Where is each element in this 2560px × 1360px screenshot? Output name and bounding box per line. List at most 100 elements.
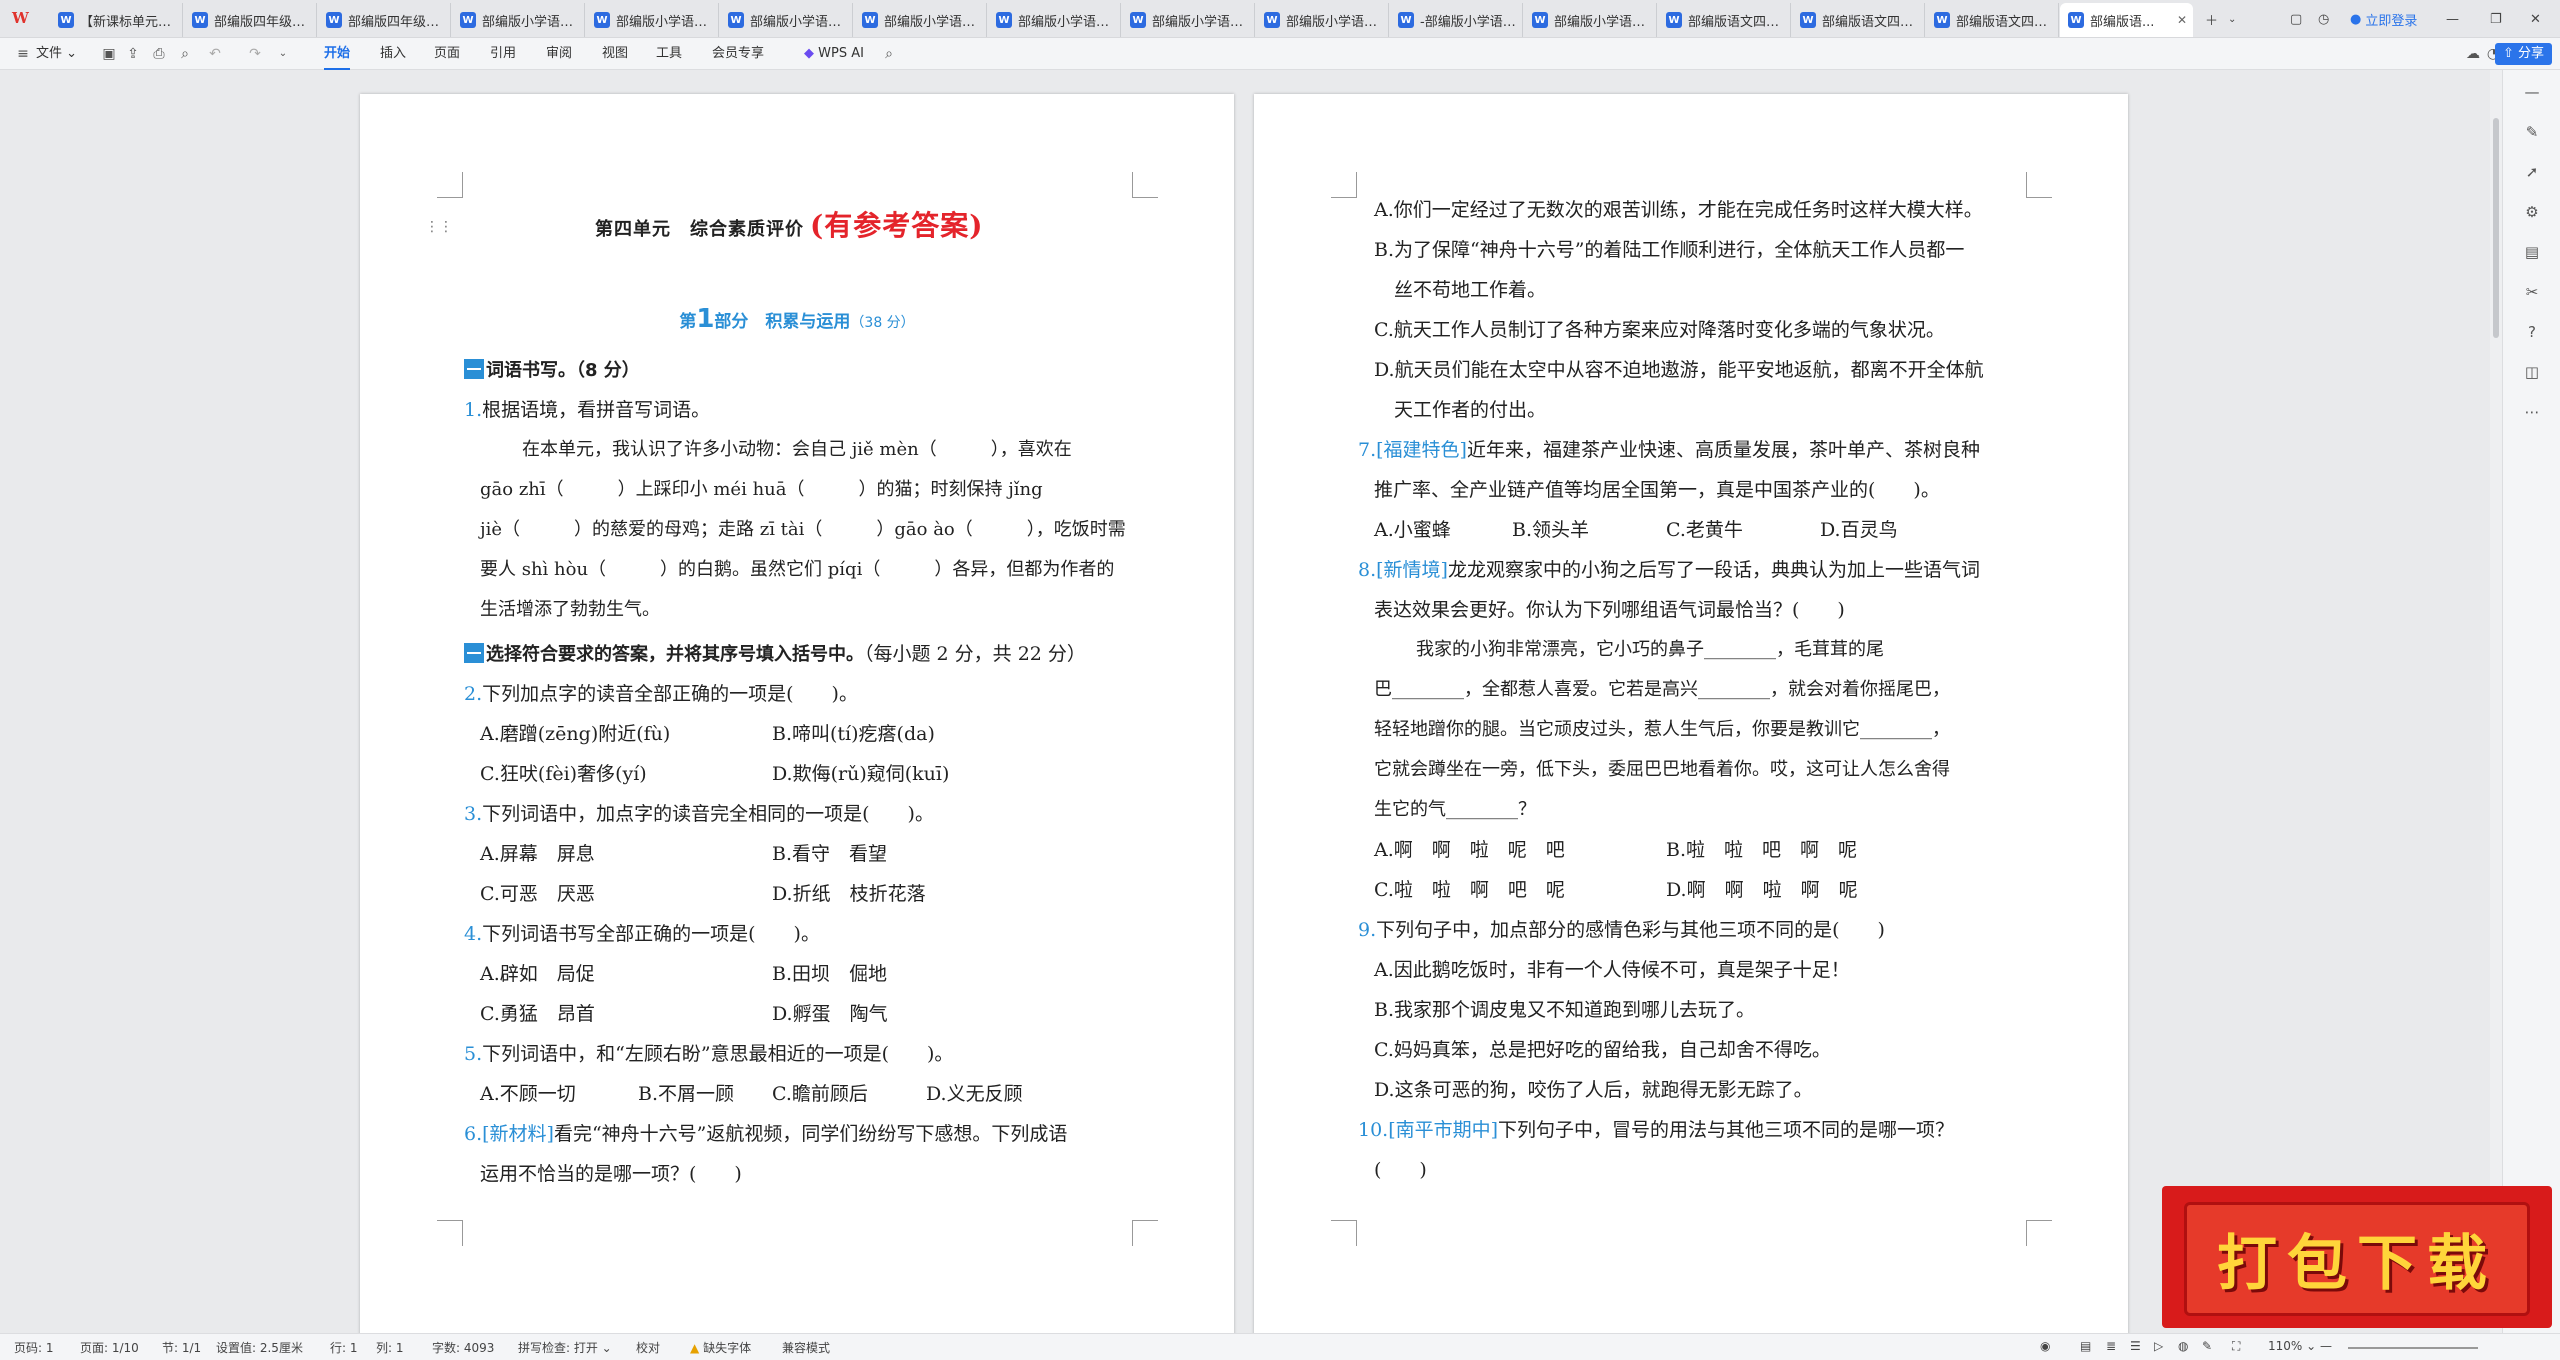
search-icon[interactable]: ⌕ — [880, 45, 898, 63]
file-menu[interactable]: 文件 ⌄ — [36, 44, 77, 64]
tab-document[interactable]: W 部编版小学语文... — [1524, 3, 1657, 37]
tab-label: 部编版小学语文... — [482, 14, 578, 30]
question-7-text: 近年来，福建茶产业快速、高质量发展，茶叶单产、茶树良种 — [1466, 439, 1980, 461]
play-icon[interactable]: ▷ — [2154, 1339, 2163, 1353]
status-spell-check[interactable]: 拼写检查: 打开 ⌄ — [518, 1339, 612, 1356]
zoom-slider[interactable] — [2348, 1347, 2478, 1349]
pointer-icon[interactable]: ➚ — [2522, 162, 2542, 182]
outline-view-icon[interactable]: ☰ — [2130, 1339, 2141, 1353]
ribbon-tab[interactable]: 引用 — [490, 44, 516, 64]
cloud-sync-icon[interactable]: ☁ — [2464, 45, 2482, 63]
print-preview-icon[interactable]: ⌕ — [176, 45, 194, 63]
adjust-icon[interactable]: ⚙ — [2522, 202, 2542, 222]
minimize-button[interactable]: — — [2446, 8, 2459, 30]
close-tab-icon[interactable]: ✕ — [2177, 13, 2187, 27]
ribbon-tab[interactable]: 开始 — [324, 44, 351, 70]
file-menu-label: 文件 — [36, 46, 63, 61]
fit-page-icon[interactable]: ⛶ — [2232, 1339, 2240, 1354]
ribbon-tab[interactable]: 审阅 — [546, 44, 572, 64]
tab-document[interactable]: W 部编版小学语文... — [452, 3, 585, 37]
passage-text: 在本单元，我认识了许多小动物：会自己 jiě mèn（ ），喜欢在 — [522, 439, 1072, 460]
status-col: 列: 1 — [376, 1341, 404, 1355]
download-promo-banner[interactable]: 打包下载 — [2162, 1186, 2552, 1328]
tab-document[interactable]: W 部编版小学语文... — [586, 3, 719, 37]
document-page-2[interactable]: A.你们一定经过了无数次的艰苦训练，才能在完成任务时这样大模大样。 B.为了保障… — [1254, 94, 2128, 1339]
question-6-text2: 运用不恰当的是哪一项？( ) — [480, 1163, 742, 1185]
wps-logo-icon[interactable]: W — [12, 9, 34, 29]
tools-icon[interactable]: ✂ — [2522, 282, 2542, 302]
tab-document[interactable]: W 部编版小学语文... — [1256, 3, 1389, 37]
more-chevron-icon[interactable]: ⌄ — [274, 45, 292, 63]
user-icon: ● — [2350, 11, 2362, 27]
collapse-icon[interactable]: — — [2522, 82, 2542, 102]
edit-mode-icon[interactable]: ✎ — [2202, 1339, 2212, 1353]
status-pages[interactable]: 页面: 1/10 — [80, 1339, 139, 1356]
bag-icon[interactable]: ◫ — [2522, 362, 2542, 382]
tab-document[interactable]: W 部编版四年级下... — [184, 3, 317, 37]
tab-document[interactable]: W 部编版语... ✕ — [2060, 3, 2193, 37]
word-doc-icon: W — [460, 12, 476, 28]
ribbon-tab[interactable]: 工具 — [656, 44, 682, 64]
status-missing-font[interactable]: ▲ 缺失字体 — [690, 1339, 751, 1356]
layout-view-icon[interactable]: ≣ — [2106, 1339, 2116, 1353]
margin-mark — [437, 172, 463, 198]
tab-document[interactable]: W 部编版小学语文... — [854, 3, 987, 37]
zoom-level[interactable]: 110% ⌄ — [2268, 1339, 2316, 1353]
new-tab-button[interactable]: ＋ — [2205, 8, 2218, 30]
option: C.老黄牛 — [1666, 516, 1743, 544]
tab-document[interactable]: W 部编版小学语文... — [1122, 3, 1255, 37]
close-button[interactable]: ✕ — [2530, 8, 2541, 30]
login-button[interactable]: ● 立即登录 — [2350, 8, 2417, 30]
undo-icon[interactable]: ↶ — [206, 45, 224, 63]
section-1-heading: 词语书写。（8 分） — [464, 356, 640, 385]
page-view-icon[interactable]: ▤ — [2080, 1339, 2091, 1353]
web-view-icon[interactable]: ◍ — [2178, 1339, 2188, 1353]
drag-handle-icon[interactable]: ⋮⋮ — [425, 219, 453, 235]
tab-document[interactable]: W 部编版小学语文... — [720, 3, 853, 37]
tab-document[interactable]: W 【新课标单元特... — [50, 3, 183, 37]
tab-document[interactable]: W 部编版语文四年... — [1658, 3, 1791, 37]
tab-document[interactable]: W -部编版小学语文... — [1390, 3, 1523, 37]
vertical-scrollbar[interactable] — [2490, 70, 2502, 1333]
eye-icon[interactable]: ◉ — [2040, 1339, 2050, 1353]
more-icon[interactable]: ⋯ — [2522, 402, 2542, 422]
redo-icon[interactable]: ↷ — [246, 45, 264, 63]
wps-ai-button[interactable]: ◆ WPS AI — [804, 44, 864, 64]
share-button[interactable]: ⇧ 分享 — [2494, 43, 2552, 65]
scrollbar-thumb[interactable] — [2493, 118, 2499, 338]
tab-list-chevron-icon[interactable]: ⌄ — [2228, 8, 2236, 30]
tab-document[interactable]: W 部编版语文四年... — [1792, 3, 1925, 37]
word-doc-icon: W — [326, 12, 342, 28]
status-word-count[interactable]: 字数: 4093 — [432, 1339, 494, 1356]
ribbon-tab[interactable]: 会员专享 — [712, 44, 764, 64]
question-8-text2: 表达效果会更好。你认为下列哪组语气词最恰当？( ) — [1374, 599, 1845, 621]
zoom-out-icon[interactable]: — — [2320, 1339, 2332, 1353]
clock-icon[interactable]: ◷ — [2318, 8, 2329, 30]
help-icon[interactable]: ? — [2522, 322, 2542, 342]
option-text: B.看守 看望 — [772, 843, 888, 865]
tab-document[interactable]: W 部编版小学语文... — [988, 3, 1121, 37]
export-icon[interactable]: ⇪ — [124, 45, 142, 63]
ribbon-tab[interactable]: 视图 — [602, 44, 628, 64]
save-icon[interactable]: ▣ — [100, 45, 118, 63]
window-layout-icon[interactable]: ▢ — [2290, 8, 2302, 30]
question-8-text: 龙龙观察家中的小狗之后写了一段话，典典认为加上一些语气词 — [1447, 559, 1980, 581]
tab-document[interactable]: W 部编版语文四年... — [1926, 3, 2059, 37]
print-icon[interactable]: ⎙ — [150, 45, 168, 63]
word-doc-icon: W — [1800, 12, 1816, 28]
image-icon[interactable]: ▤ — [2522, 242, 2542, 262]
question-10-text: 下列句子中，冒号的用法与其他三项不同的是哪一项？ — [1498, 1119, 1955, 1141]
tab-document[interactable]: W 部编版四年级语... — [318, 3, 451, 37]
restore-button[interactable]: ❐ — [2490, 8, 2502, 30]
ribbon-tab[interactable]: 插入 — [380, 44, 406, 64]
pen-icon[interactable]: ✎ — [2522, 122, 2542, 142]
ribbon-tab[interactable]: 页面 — [434, 44, 460, 64]
option: D.百灵鸟 — [1820, 516, 1898, 544]
menu-icon[interactable]: ≡ — [14, 45, 32, 63]
document-workspace[interactable]: ⋮⋮ 第四单元 综合素质评价 (有参考答案) 第1部分 积累与运用（38 分） 词… — [0, 70, 2490, 1339]
question-tag: [新材料] — [482, 1123, 554, 1145]
status-proof[interactable]: 校对 — [636, 1339, 660, 1356]
option: B.啦 啦 吧 啊 呢 — [1666, 836, 1857, 864]
document-page-1[interactable]: ⋮⋮ 第四单元 综合素质评价 (有参考答案) 第1部分 积累与运用（38 分） 词… — [360, 94, 1234, 1339]
passage-line: gāo zhī（ ）上踩印小 méi huā（ ）的猫；时刻保持 jǐng — [480, 476, 1043, 504]
